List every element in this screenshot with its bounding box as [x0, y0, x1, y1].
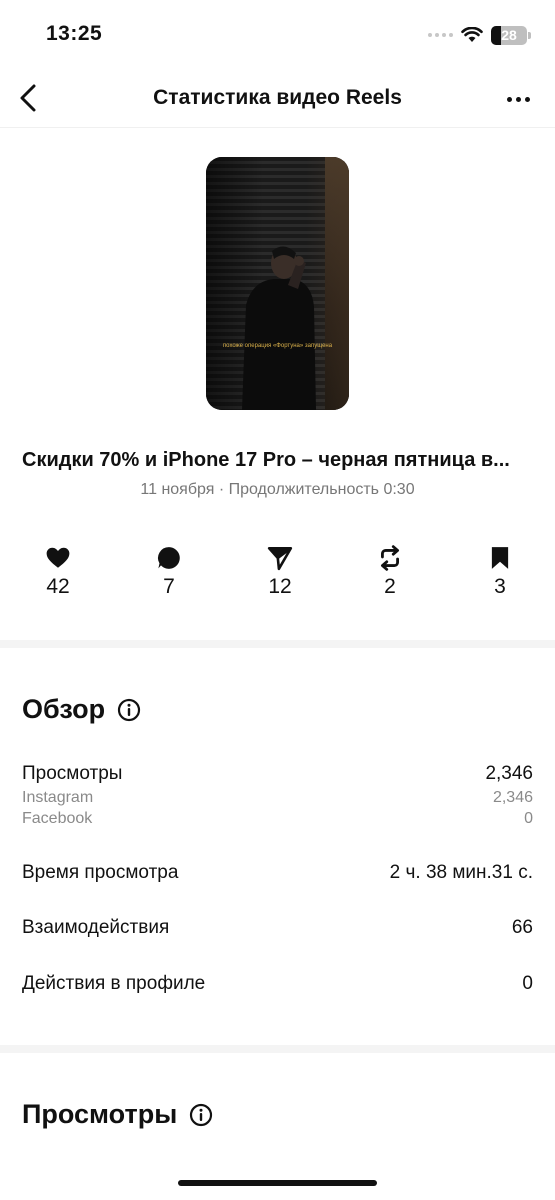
- views-section-heading: Просмотры: [22, 1099, 178, 1129]
- interactions-value: 66: [511, 917, 533, 938]
- views-row: Просмотры 2,346: [22, 763, 533, 785]
- home-indicator[interactable]: [178, 1180, 377, 1186]
- saves-stat: 3: [465, 545, 535, 599]
- section-divider: [0, 640, 555, 648]
- shares-stat: 12: [245, 545, 315, 599]
- instagram-label: Instagram: [22, 789, 94, 806]
- thumbnail-caption: похоже операция «Фортуна» запущена: [222, 343, 333, 349]
- status-icons: 28: [428, 24, 531, 46]
- instagram-value: 2,346: [492, 789, 533, 806]
- likes-stat: 42: [23, 545, 93, 599]
- likes-count: 42: [46, 575, 70, 598]
- status-bar: 13:25 28: [0, 0, 555, 70]
- person-silhouette: [242, 246, 316, 410]
- reposts-count: 2: [384, 575, 396, 598]
- comment-icon: [158, 547, 180, 569]
- interactions-row: Взаимодействия 66: [22, 917, 533, 939]
- repost-icon: [381, 545, 399, 571]
- more-options-button[interactable]: [503, 84, 533, 114]
- views-section-title: Просмотры: [22, 1099, 213, 1130]
- reel-insights-screen: 13:25 28 Статистика видео Reels похоже о…: [0, 0, 555, 1200]
- watch-time-value: 2 ч. 38 мин.31 с.: [389, 862, 533, 883]
- cellular-signal-icon: [428, 33, 453, 37]
- comments-stat: 7: [134, 545, 204, 599]
- views-value: 2,346: [485, 763, 533, 784]
- reel-title: Скидки 70% и iPhone 17 Pro – черная пятн…: [22, 449, 510, 471]
- send-icon: [267, 546, 293, 571]
- watch-time-row: Время просмотра 2 ч. 38 мин.31 с.: [22, 862, 533, 884]
- nav-header: Статистика видео Reels: [0, 70, 555, 128]
- views-label: Просмотры: [22, 763, 123, 784]
- profile-actions-value: 0: [522, 973, 533, 994]
- battery-percent: 28: [501, 27, 517, 43]
- reel-meta: 11 ноября · Продолжительность 0:30: [140, 481, 415, 498]
- video-thumbnail[interactable]: похоже операция «Фортуна» запущена: [206, 157, 349, 410]
- interactions-label: Взаимодействия: [22, 917, 170, 938]
- instagram-views-row: Instagram 2,346: [22, 789, 533, 807]
- more-horizontal-icon: [506, 96, 512, 102]
- comments-count: 7: [163, 575, 175, 598]
- page-title: Статистика видео Reels: [153, 86, 402, 109]
- info-icon[interactable]: [189, 1103, 213, 1127]
- shares-count: 12: [268, 575, 292, 598]
- section-divider: [0, 1045, 555, 1053]
- saves-count: 3: [494, 575, 506, 598]
- battery-level: [491, 25, 502, 45]
- heart-icon: [46, 547, 70, 568]
- watch-time-label: Время просмотра: [22, 862, 179, 883]
- bookmark-icon: [491, 547, 509, 569]
- facebook-views-row: Facebook 0: [22, 810, 533, 828]
- overview-section-title: Обзор: [22, 694, 141, 725]
- overview-title: Обзор: [22, 694, 106, 724]
- wifi-icon: [461, 27, 483, 42]
- facebook-value: 0: [524, 810, 533, 827]
- profile-actions-label: Действия в профиле: [22, 973, 206, 994]
- profile-actions-row: Действия в профиле 0: [22, 973, 533, 995]
- facebook-label: Facebook: [22, 810, 93, 827]
- reposts-stat: 2: [355, 545, 425, 599]
- info-icon[interactable]: [117, 698, 141, 722]
- battery-icon: 28: [491, 25, 531, 45]
- status-time: 13:25: [46, 22, 103, 45]
